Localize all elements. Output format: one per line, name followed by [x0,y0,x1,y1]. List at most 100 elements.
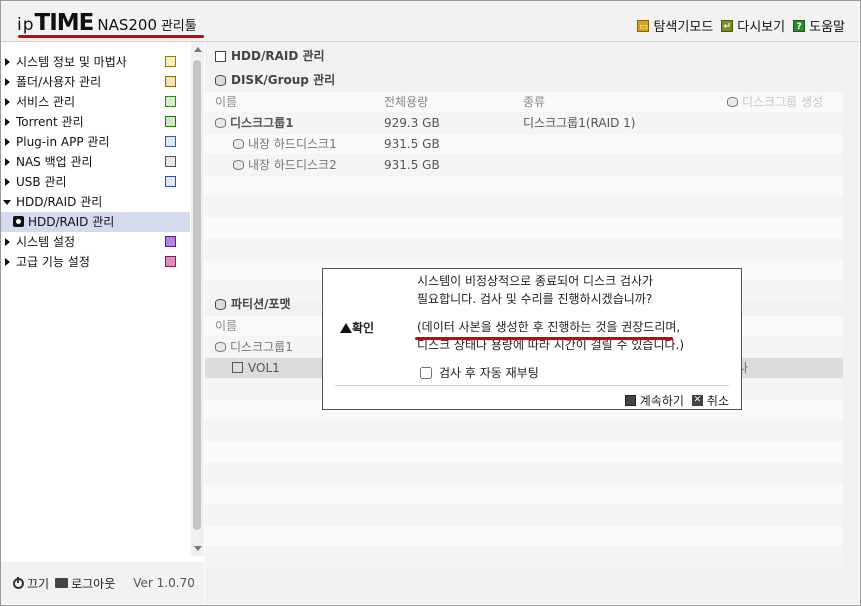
refresh-label: 다시보기 [737,20,786,35]
sidebar-item-label: Plug-in APP 관리 [16,135,110,149]
empty-row [205,218,843,239]
disk-name-cell: 내장 하드디스크1 [233,134,337,154]
volume-name: VOL1 [248,361,280,375]
sidebar-footer: 끄기 로그아웃 Ver 1.0.70 [1,562,204,604]
continue-label: 계속하기 [639,394,684,408]
sidebar-item-label: HDD/RAID 관리 [28,215,115,229]
red-underline-annotation [18,35,204,38]
sidebar-item-label: Torrent 관리 [16,115,84,129]
empty-row [205,505,843,526]
expand-arrow-icon [5,98,10,106]
disk-group-table: 이름 전체용량 종류 디스크그룹 생성 디스크그룹1 929.3 GB 디스크그… [205,92,843,302]
hard-disk-icon [233,139,244,149]
logout-button[interactable]: 로그아웃 [55,575,115,592]
disk-size: 931.5 GB [384,158,440,172]
empty-row [205,197,843,218]
expand-arrow-icon [5,178,10,186]
expand-arrow-icon [5,58,10,66]
col-size-header: 전체용량 [384,95,429,109]
empty-row [205,526,843,547]
disk-group-title: DISK/Group 관리 [205,68,335,92]
power-label: 끄기 [27,576,50,591]
sidebar-item-system-settings[interactable]: 시스템 설정 [1,232,190,252]
empty-row [205,239,843,260]
help-label: 도움말 [809,20,845,35]
logout-icon [55,578,69,588]
sidebar-item-folder-user[interactable]: 폴더/사용자 관리 [1,72,190,92]
explorer-mode-link[interactable]: ▭ 탐색기모드 [637,16,713,35]
scroll-down-icon[interactable] [194,546,202,551]
disk-group-icon [215,342,226,352]
usb-icon [165,176,176,187]
empty-row [205,421,843,442]
col-name-header: 이름 [215,319,238,333]
logo-nas: NAS200 [97,16,158,34]
page-title: HDD/RAID 관리 [205,44,325,68]
sidebar-item-plugin[interactable]: Plug-in APP 관리 [1,132,190,152]
refresh-link[interactable]: ↵ 다시보기 [721,16,785,35]
sidebar-item-label: 폴더/사용자 관리 [16,75,102,89]
dialog-message-line: 시스템이 비정상적으로 종료되어 디스크 검사가 [417,274,654,288]
sidebar-item-label: NAS 백업 관리 [16,155,93,169]
volume-cell: VOL1 [232,358,280,378]
dialog-label: 확인 [340,319,374,336]
torrent-icon [165,116,176,127]
disk-name-cell: 내장 하드디스크2 [233,155,337,175]
group-name-cell: 디스크그룹1 [215,113,294,133]
backup-icon [165,156,176,167]
help-icon: ? [793,19,806,32]
sidebar-item-label: 서비스 관리 [16,95,76,109]
help-link[interactable]: ? 도움말 [793,16,845,35]
sidebar-item-usb[interactable]: USB 관리 [1,172,190,192]
sidebar-item-hdd-raid[interactable]: HDD/RAID 관리 [1,192,190,212]
top-links: ▭ 탐색기모드 ↵ 다시보기 ? 도움말 [637,16,845,35]
scroll-thumb[interactable] [193,60,201,530]
power-off-button[interactable]: 끄기 [13,575,49,592]
table-row[interactable]: 디스크그룹1 929.3 GB 디스크그룹1(RAID 1) [205,113,843,134]
dialog-divider [335,385,729,386]
create-disk-group-label: 디스크그룹 생성 [742,95,824,109]
continue-button[interactable]: 계속하기 [624,392,684,409]
plugin-icon [165,136,176,147]
sidebar-item-service[interactable]: 서비스 관리 [1,92,190,112]
sidebar-item-torrent[interactable]: Torrent 관리 [1,112,190,132]
empty-row [205,176,843,197]
table-row[interactable]: 내장 하드디스크2 931.5 GB [205,155,843,176]
scroll-up-icon[interactable] [194,47,202,52]
auto-reboot-checkbox-row[interactable]: 검사 후 자동 재부팅 [420,364,539,381]
sidebar-item-nas-backup[interactable]: NAS 백업 관리 [1,152,190,172]
create-disk-group-button[interactable]: 디스크그룹 생성 [727,92,823,112]
warning-icon [340,323,352,333]
explorer-mode-icon: ▭ [637,19,650,32]
disk-group-icon [215,75,226,86]
sidebar-subitem-hdd-raid[interactable]: HDD/RAID 관리 [1,212,190,232]
disk-check-dialog: 확인 시스템이 비정상적으로 종료되어 디스크 검사가 필요합니다. 검사 및 … [322,268,742,410]
empty-row [205,463,843,484]
table-row[interactable]: 내장 하드디스크1 931.5 GB [205,134,843,155]
hdd-icon [215,51,226,62]
auto-reboot-checkbox[interactable] [420,366,432,379]
sidebar-item-advanced[interactable]: 고급 기능 설정 [1,252,190,272]
logo-ip: ip [17,15,35,35]
power-icon [13,576,24,589]
version-label: Ver 1.0.70 [133,576,195,590]
logo-tool: 관리툴 [160,19,197,34]
collapse-arrow-icon [3,200,11,205]
partition-group-name: 디스크그룹1 [230,340,293,354]
empty-row [205,484,843,505]
partition-group-cell: 디스크그룹1 [215,337,293,357]
page-title-text: HDD/RAID 관리 [231,49,325,63]
explorer-mode-label: 탐색기모드 [653,20,714,35]
sidebar-item-label: 시스템 설정 [16,235,76,249]
close-icon: ✕ [691,395,703,406]
table-header-row: 이름 전체용량 종류 디스크그룹 생성 [205,92,843,113]
expand-arrow-icon [5,158,10,166]
col-name-header: 이름 [215,95,238,109]
disk-name: 내장 하드디스크1 [248,137,337,151]
expand-arrow-icon [5,238,10,246]
group-name: 디스크그룹1 [230,116,294,130]
cancel-button[interactable]: ✕ 취소 [691,392,729,409]
sidebar-scrollbar[interactable] [191,42,204,556]
sidebar-item-system-info[interactable]: 시스템 정보 및 마법사 [1,52,190,72]
hard-disk-icon [233,160,244,170]
